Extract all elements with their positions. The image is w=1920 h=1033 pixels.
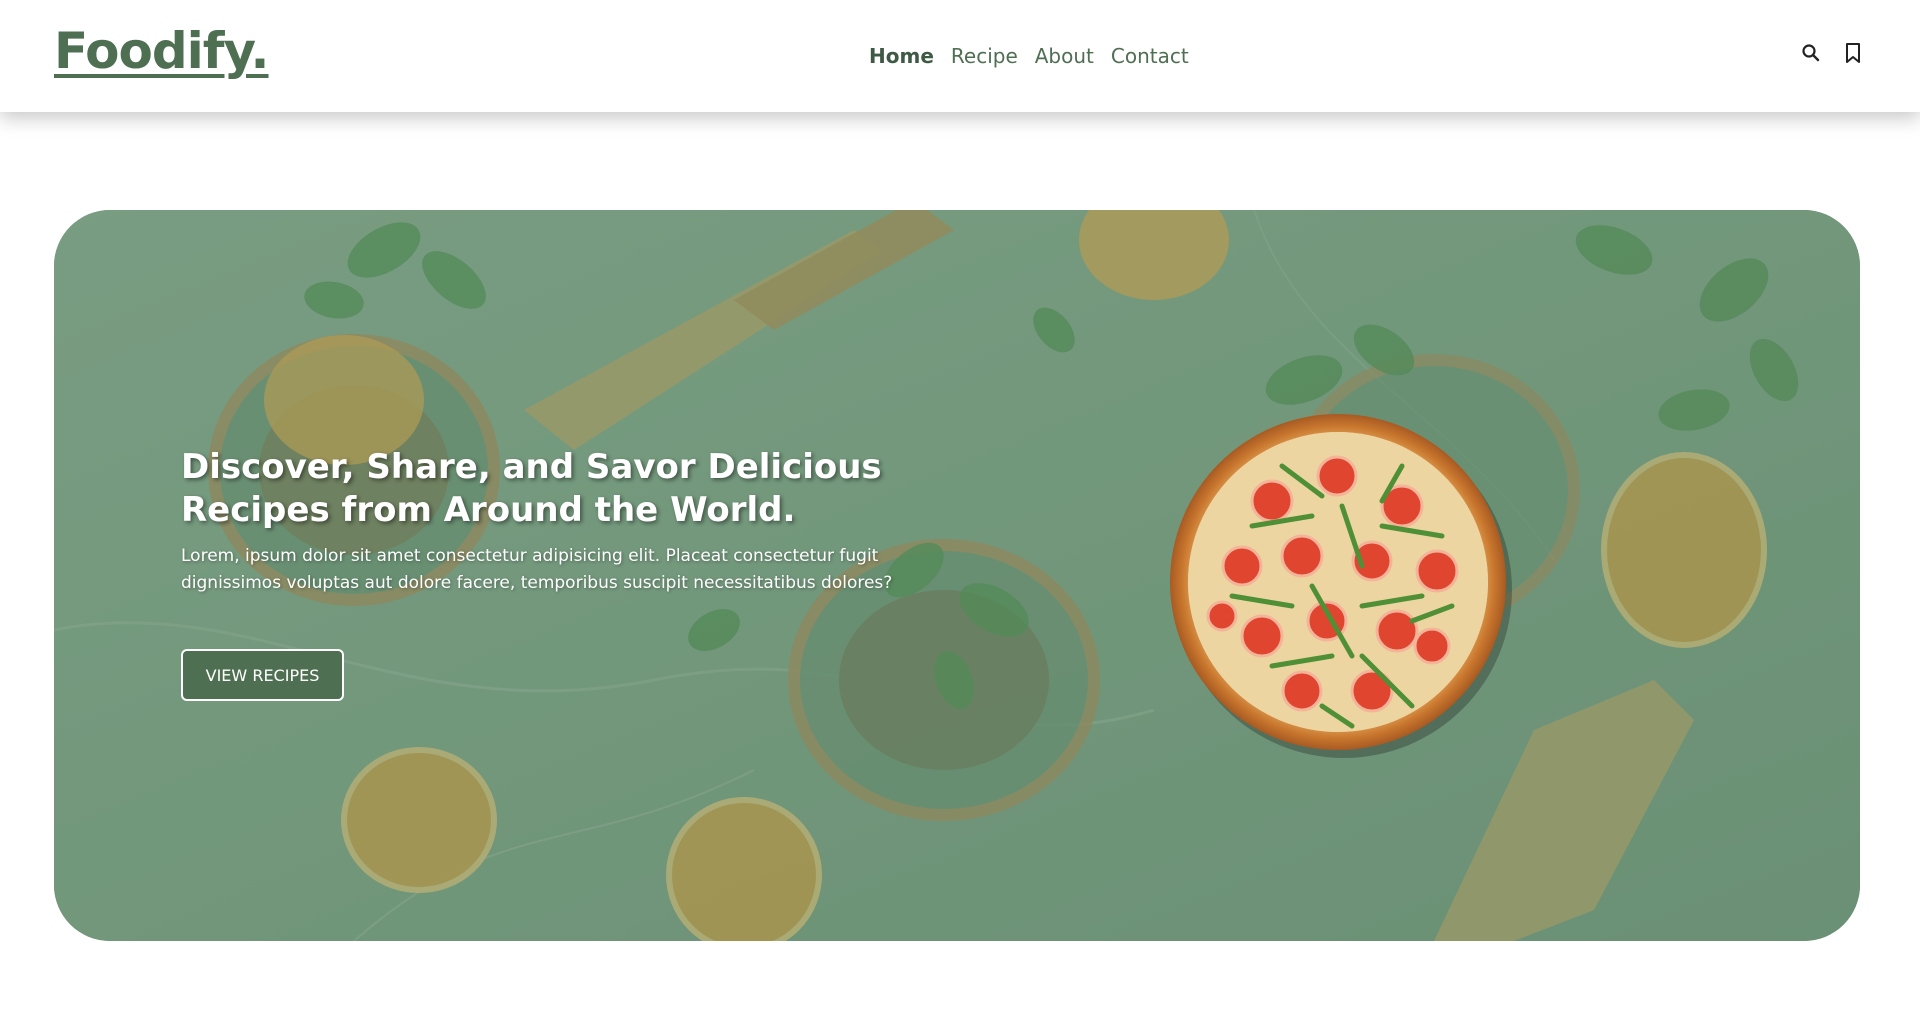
hero-banner: Discover, Share, and Savor Delicious Rec… [54,210,1860,941]
search-icon[interactable] [1800,42,1822,64]
main-nav: Home Recipe About Contact [869,42,1189,70]
site-header: Foodify. Home Recipe About Contact [0,0,1920,112]
nav-recipe[interactable]: Recipe [951,42,1018,70]
pizza-image [1170,414,1512,758]
bookmark-icon[interactable] [1842,42,1864,64]
header-actions [1800,42,1864,64]
logo[interactable]: Foodify. [54,22,270,80]
nav-contact[interactable]: Contact [1111,42,1189,70]
nav-home[interactable]: Home [869,42,934,70]
nav-about[interactable]: About [1035,42,1094,70]
view-recipes-button[interactable]: VIEW RECIPES [181,649,344,701]
hero-title: Discover, Share, and Savor Delicious Rec… [181,447,882,530]
hero-description: Lorem, ipsum dolor sit amet consectetur … [181,546,893,593]
